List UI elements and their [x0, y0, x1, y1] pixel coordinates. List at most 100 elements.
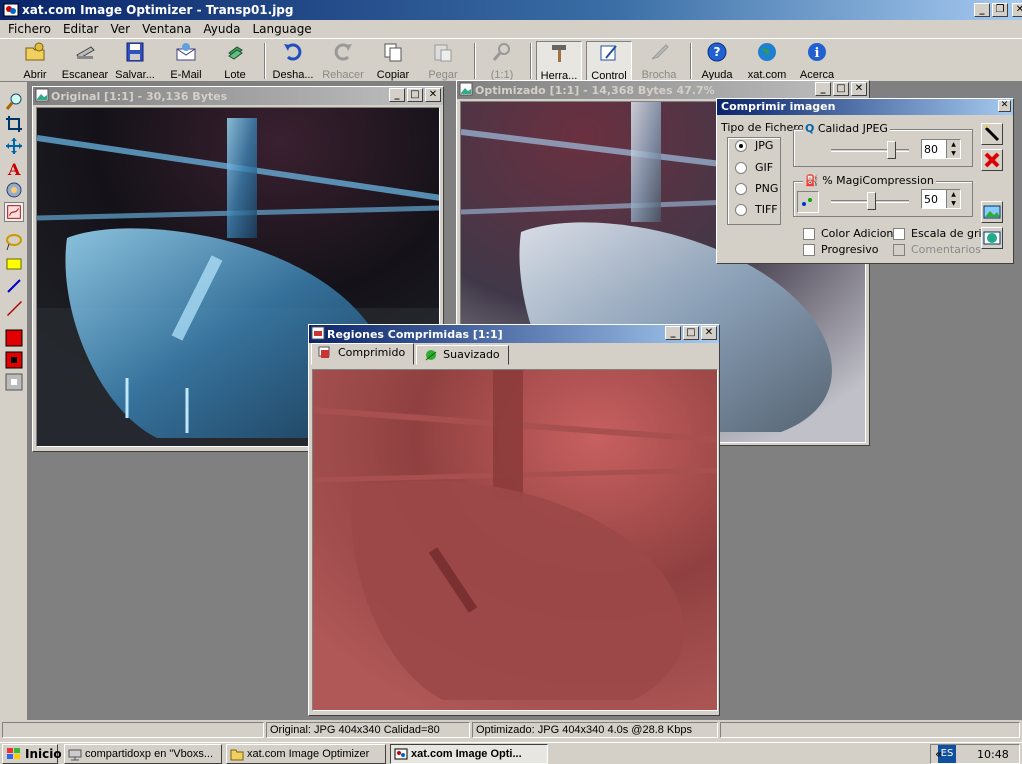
- compressed-regions-window[interactable]: Regiones Comprimidas [1:1] _ □ ✕ Comprim…: [308, 324, 720, 716]
- tray-expand-arrows[interactable]: «: [935, 747, 942, 761]
- scan-button[interactable]: Escanear: [60, 41, 110, 81]
- rectangle-tool-icon[interactable]: [4, 254, 24, 274]
- foreground-color-icon[interactable]: [4, 328, 24, 348]
- paste-clipboard-icon: [434, 44, 452, 62]
- main-toolbar: Abrir Escanear Salvar... E-Mail Lote Des…: [0, 38, 1022, 82]
- xatcom-button[interactable]: xat.com: [744, 41, 790, 81]
- format-radio-png[interactable]: PNG: [735, 182, 778, 195]
- original-window-title-bar[interactable]: Original [1:1] - 30,136 Bytes _ □ ✕: [33, 87, 443, 105]
- lasso-tool-icon[interactable]: [4, 232, 24, 252]
- palette-preview-button[interactable]: [981, 201, 1003, 223]
- original-close-button[interactable]: ✕: [425, 88, 441, 102]
- menu-editar[interactable]: Editar: [57, 22, 105, 36]
- copy-button[interactable]: Copiar: [374, 41, 412, 81]
- original-maximize-button[interactable]: □: [407, 88, 423, 102]
- start-button[interactable]: Inicio: [2, 744, 62, 764]
- text-tool-icon[interactable]: A: [4, 158, 24, 178]
- clock: 10:48: [977, 748, 1009, 761]
- helicopter-regions-image: [313, 370, 717, 710]
- control-button[interactable]: Control: [586, 41, 632, 82]
- zoom-tool-icon[interactable]: [4, 92, 24, 112]
- move-tool-icon[interactable]: [4, 136, 24, 156]
- crop-tool-icon[interactable]: [4, 114, 24, 134]
- jpeg-quality-slider[interactable]: [887, 141, 896, 159]
- paste-button[interactable]: Pegar: [424, 41, 462, 81]
- optimized-maximize-button[interactable]: □: [833, 82, 849, 96]
- format-radio-gif[interactable]: GIF: [735, 161, 773, 174]
- effects-tool-icon[interactable]: [4, 180, 24, 200]
- magicompression-slider[interactable]: [867, 192, 876, 210]
- task-image-optimizer-app[interactable]: xat.com Image Opti...: [390, 744, 548, 764]
- original-minimize-button[interactable]: _: [389, 88, 405, 102]
- redo-button[interactable]: Rehacer: [320, 41, 366, 81]
- magicompression-toggle[interactable]: [797, 191, 819, 213]
- menu-ventana[interactable]: Ventana: [136, 22, 197, 36]
- batch-button[interactable]: Lote: [218, 41, 252, 81]
- globe-icon: [758, 43, 776, 61]
- help-button[interactable]: ? Ayuda: [698, 41, 736, 81]
- taskbar: Inicio compartidoxp en "Vboxs... xat.com…: [0, 742, 1022, 764]
- palette-web-button[interactable]: [981, 227, 1003, 249]
- format-radio-tiff[interactable]: TIFF: [735, 203, 778, 216]
- magicompression-label: ⛽ % MagiCompression: [803, 174, 936, 187]
- email-button[interactable]: E-Mail: [168, 41, 204, 81]
- menu-bar: Fichero Editar Ver Ventana Ayuda Languag…: [0, 20, 1022, 38]
- compressed-tab-icon: [318, 346, 330, 358]
- line-tool-icon[interactable]: [4, 276, 24, 296]
- magicompression-spinner[interactable]: 50 ▲ ▼: [921, 189, 961, 209]
- jpeg-quality-spinner[interactable]: 80 ▲ ▼: [921, 139, 961, 159]
- minimize-button[interactable]: _: [974, 3, 990, 17]
- palette-close-button[interactable]: ✕: [998, 100, 1011, 112]
- zoom-1to1-button[interactable]: (1:1): [484, 41, 520, 81]
- regions-tool-icon[interactable]: [4, 202, 24, 222]
- about-button[interactable]: i Acerca: [798, 41, 836, 81]
- tools-button[interactable]: Herra...: [536, 41, 582, 82]
- task-compartidoxp[interactable]: compartidoxp en "Vboxs...: [64, 744, 222, 764]
- redo-arrow-icon: [334, 43, 352, 61]
- optimized-close-button[interactable]: ✕: [851, 82, 867, 96]
- palette-apply-button[interactable]: [981, 123, 1003, 145]
- task-image-optimizer-folder[interactable]: xat.com Image Optimizer: [226, 744, 386, 764]
- save-button[interactable]: Salvar...: [113, 41, 157, 81]
- restore-button[interactable]: ❐: [992, 3, 1008, 17]
- svg-text:i: i: [815, 46, 820, 61]
- optimized-minimize-button[interactable]: _: [815, 82, 831, 96]
- comments-checkbox[interactable]: Comentarios: [893, 243, 981, 256]
- regions-image-canvas[interactable]: [312, 369, 718, 711]
- regions-window-title-bar[interactable]: Regiones Comprimidas [1:1] _ □ ✕: [309, 325, 719, 343]
- menu-ver[interactable]: Ver: [105, 22, 137, 36]
- tab-suavizado[interactable]: Suavizado: [416, 345, 509, 365]
- tab-comprimido[interactable]: Comprimido: [311, 343, 415, 365]
- grayscale-checkbox[interactable]: Escala de gris: [893, 227, 987, 240]
- smoothed-tab-icon: [425, 350, 437, 361]
- brush-button[interactable]: Brocha: [638, 41, 680, 81]
- hammer-tools-icon: [552, 45, 566, 62]
- undo-button[interactable]: Desha...: [270, 41, 316, 81]
- background-color-icon[interactable]: [4, 350, 24, 370]
- regions-maximize-button[interactable]: □: [683, 326, 699, 340]
- status-extra: [720, 722, 1020, 738]
- color-dots-icon: [802, 198, 812, 206]
- palette-cancel-button[interactable]: [981, 149, 1003, 171]
- menu-fichero[interactable]: Fichero: [2, 22, 57, 36]
- format-radio-jpg[interactable]: JPG: [735, 139, 773, 152]
- color-adicional-checkbox[interactable]: Color Adiciona: [803, 227, 900, 240]
- paintbrush-tool-icon[interactable]: [4, 298, 24, 318]
- network-drive-icon: [68, 749, 82, 761]
- progressive-checkbox[interactable]: Progresivo: [803, 243, 879, 256]
- regions-close-button[interactable]: ✕: [701, 326, 717, 340]
- zoom-magnifier-icon: [492, 43, 510, 61]
- open-button[interactable]: Abrir: [18, 41, 52, 81]
- palette-title-bar[interactable]: Comprimir imagen ✕: [717, 99, 1013, 115]
- close-button[interactable]: ✕: [1012, 3, 1022, 17]
- original-window-title: Original [1:1] - 30,136 Bytes: [51, 89, 228, 103]
- help-question-icon: ?: [707, 42, 727, 62]
- menu-language[interactable]: Language: [246, 22, 317, 36]
- compress-image-palette[interactable]: Comprimir imagen ✕ Tipo de Fichero JPG G…: [716, 98, 1014, 264]
- control-panel-icon: [600, 45, 617, 61]
- menu-ayuda[interactable]: Ayuda: [197, 22, 246, 36]
- optimized-window-title-bar[interactable]: Optimizado [1:1] - 14,368 Bytes 47.7% _ …: [457, 81, 869, 99]
- swap-color-icon[interactable]: [4, 372, 24, 392]
- regions-minimize-button[interactable]: _: [665, 326, 681, 340]
- jpeg-quality-track[interactable]: [831, 149, 909, 152]
